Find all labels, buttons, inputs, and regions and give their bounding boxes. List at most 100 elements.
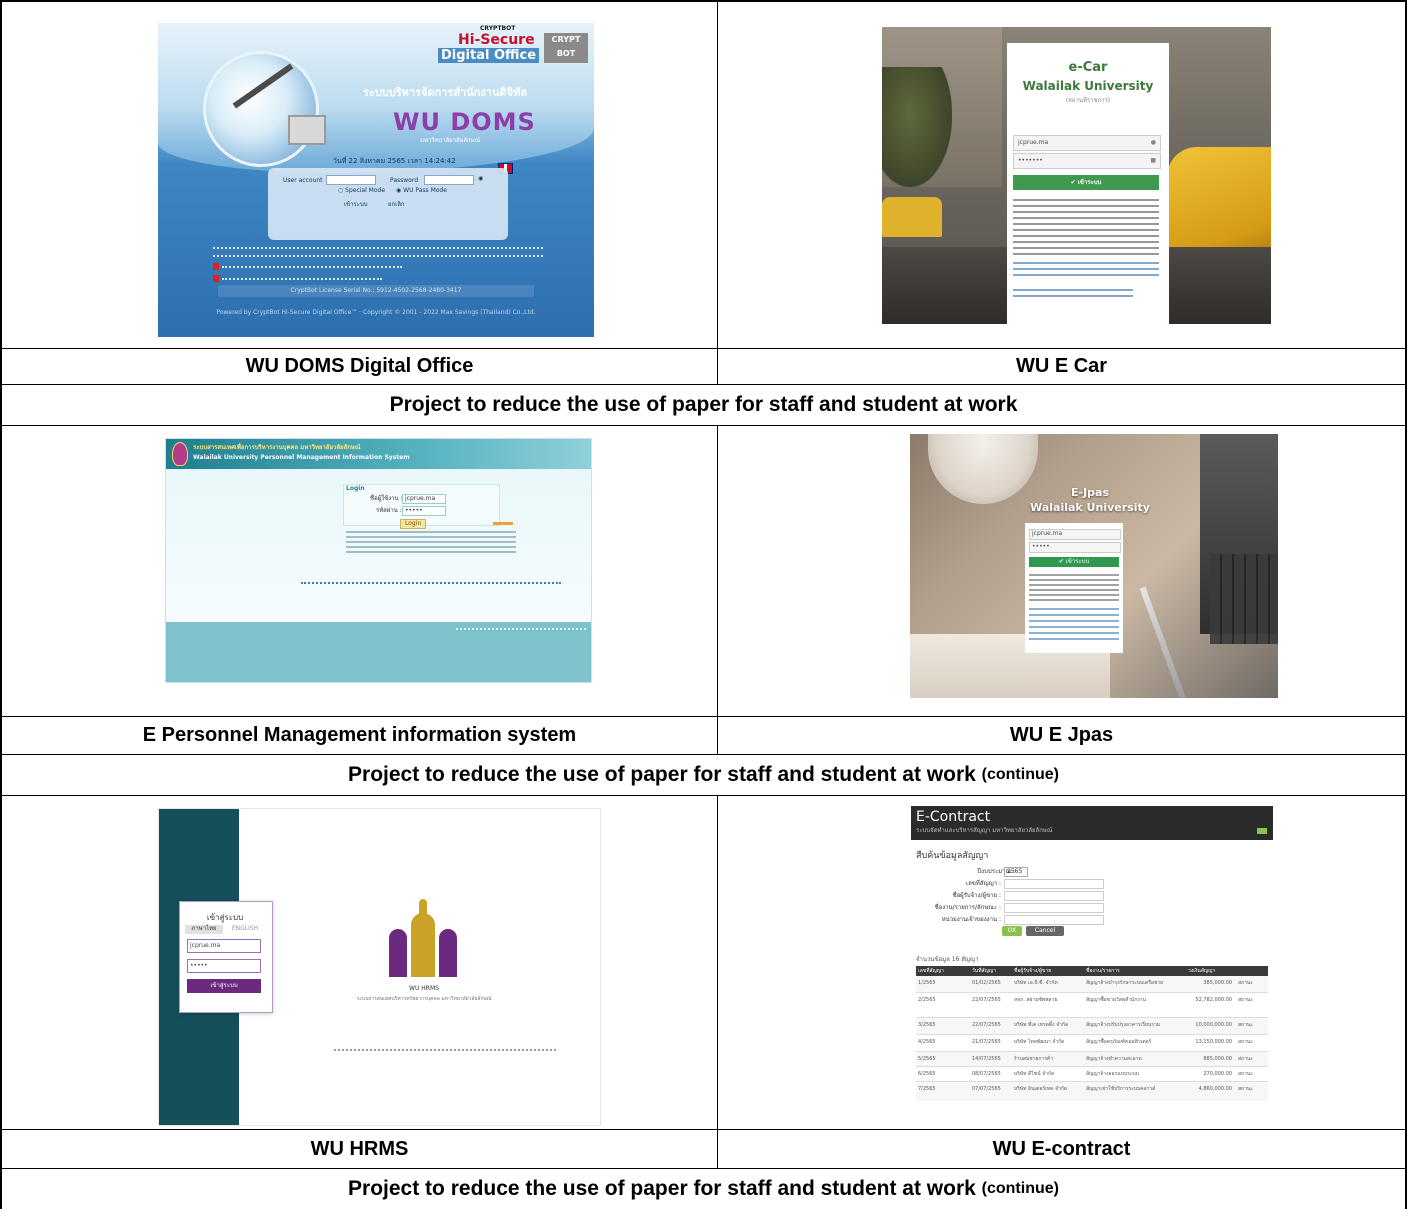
hrms-tab-thai[interactable]: ภาษาไทย xyxy=(185,925,223,934)
pmis-login-button[interactable]: Login xyxy=(400,519,427,529)
pmis-pass-input[interactable]: ••••• xyxy=(402,506,446,516)
ejpas-notice-text xyxy=(1029,574,1119,604)
caption-wudoms: WU DOMS Digital Office xyxy=(245,355,474,377)
doms-university: มหาวิทยาลัยวลัยลักษณ์ xyxy=(420,137,481,144)
table-cell: 14/07/2565 xyxy=(972,1056,1001,1062)
ejpas-keyboard-image xyxy=(1210,554,1278,644)
econtract-f1-input[interactable] xyxy=(1004,879,1104,889)
econtract-f2-label: ชื่อผู้รับจ้าง/ผู้ขาย : xyxy=(952,892,1002,899)
doms-brand-mid: Hi-Secure xyxy=(458,32,535,48)
table-cell[interactable]: สถานะ xyxy=(1238,1021,1266,1029)
pmis-pass-label: รหัสผ่าน : xyxy=(376,507,402,514)
banner-project-3: Project to reduce the use of paper for s… xyxy=(2,1169,1405,1209)
doms-login-button[interactable]: เข้าระบบ xyxy=(344,201,368,209)
table-cell: ร้านสมชายการค้า xyxy=(1014,1056,1054,1062)
table-cell[interactable]: สถานะ xyxy=(1238,1055,1266,1063)
table-cell: สัญญาเช่าใช้บริการระบบคลาวด์ xyxy=(1086,1086,1156,1092)
econtract-year-select[interactable]: 2565 xyxy=(1004,867,1028,877)
table-row[interactable]: 1/2565 01/02/2565 บริษัท เอ.บี.ซี. จำกัด… xyxy=(916,976,1268,993)
doms-pass-input[interactable] xyxy=(424,175,474,185)
column-divider xyxy=(717,795,718,1168)
table-cell: 885,000.00 xyxy=(1203,1056,1232,1062)
table-row[interactable]: 2/2565 22/07/2565 หจก. สยามซัพพลาย สัญญา… xyxy=(916,993,1268,1018)
ejpas-login-button[interactable]: ✔ เข้าระบบ xyxy=(1029,557,1119,567)
hrms-tab-en[interactable]: ENGLISH xyxy=(225,925,265,934)
table-cell: 22/07/2565 xyxy=(972,997,1001,1003)
table-cell: 6/2565 xyxy=(918,1071,936,1077)
hrms-submit-button[interactable]: เข้าสู่ระบบ xyxy=(187,979,261,993)
ecar-user-input[interactable]: jcprue.ma ● xyxy=(1013,135,1161,151)
hrms-user-input[interactable]: jcprue.ma xyxy=(187,939,261,953)
econtract-cancel-button[interactable]: Cancel xyxy=(1026,926,1064,936)
caption-econtract: WU E-contract xyxy=(992,1137,1131,1160)
doms-link[interactable] xyxy=(222,278,382,282)
doms-pdf-icon[interactable] xyxy=(213,263,219,270)
table-cell: 07/07/2565 xyxy=(972,1086,1001,1092)
border-top xyxy=(0,0,1407,2)
table-cell[interactable]: สถานะ xyxy=(1238,979,1266,987)
table-cell: 385,000.00 xyxy=(1203,980,1232,986)
econtract-ok-button[interactable]: OK xyxy=(1002,926,1022,936)
econtract-user-icon[interactable] xyxy=(1257,828,1267,834)
table-cell: สัญญาจ้างออกแบบระบบ xyxy=(1086,1071,1139,1077)
ecar-sub: (สถานที่ราชการ) xyxy=(1065,97,1111,104)
doms-mode-wu-label: WU Pass Mode xyxy=(403,187,447,194)
doms-mode-special[interactable]: ○ Special Mode xyxy=(338,187,385,195)
econtract-f4-input[interactable] xyxy=(1004,915,1104,925)
ecar-login-button[interactable]: ✔ เข้าระบบ xyxy=(1013,175,1159,190)
doms-pdf-icon[interactable] xyxy=(213,275,219,282)
screenshot-ecar: e-Car Walailak University (สถานที่ราชการ… xyxy=(882,27,1271,324)
doms-monitor-image xyxy=(288,115,326,145)
doms-user-input[interactable] xyxy=(326,175,376,185)
econtract-f2-input[interactable] xyxy=(1004,891,1104,901)
pmis-forgot-link[interactable] xyxy=(493,522,513,525)
table-cell: สัญญาซื้อขายวัสดุสำนักงาน xyxy=(1086,997,1147,1003)
table-row[interactable]: 3/2565 22/07/2565 บริษัท ทีเค เทรดดิ้ง จ… xyxy=(916,1018,1268,1035)
caption-ecar: WU E Car xyxy=(1015,355,1108,377)
doms-link[interactable] xyxy=(222,266,402,270)
banner-text: Project to reduce the use of paper for s… xyxy=(348,763,976,786)
caption-pmis: E Personnel Management information syste… xyxy=(142,724,577,746)
table-row[interactable]: 4/2565 21/07/2565 บริษัท ไทยพัฒนา จำกัด … xyxy=(916,1035,1268,1052)
table-cell: หจก. สยามซัพพลาย xyxy=(1014,997,1058,1003)
ecar-link[interactable] xyxy=(1013,289,1133,301)
banner-project-1: Project to reduce the use of paper for s… xyxy=(389,393,1018,416)
doms-cancel-button[interactable]: ยกเลิก xyxy=(388,201,405,209)
hrms-user-value: jcprue.ma xyxy=(190,942,221,949)
doms-mode-wu[interactable]: ◉ WU Pass Mode xyxy=(396,187,447,195)
ecar-pass-input[interactable]: ••••••• ■ xyxy=(1013,153,1161,169)
econtract-f3-input[interactable] xyxy=(1004,903,1104,913)
pmis-box-title: Login xyxy=(346,485,365,492)
table-cell[interactable]: สถานะ xyxy=(1238,1085,1266,1093)
hrms-logo-text: WU HRMS xyxy=(409,985,439,992)
econtract-app-title: E-Contract xyxy=(916,809,991,825)
table-row[interactable]: 5/2565 14/07/2565 ร้านสมชายการค้า สัญญาจ… xyxy=(916,1052,1268,1067)
table-cell: บริษัท อินเตอร์เทค จำกัด xyxy=(1014,1086,1068,1092)
table-cell: 13,150,000.00 xyxy=(1195,1039,1232,1045)
user-icon: ● xyxy=(1150,139,1156,146)
hrms-pass-input[interactable]: ••••• xyxy=(187,959,261,973)
table-cell: 4/2565 xyxy=(918,1039,936,1045)
ejpas-pass-input[interactable]: ••••• xyxy=(1029,542,1121,553)
screenshot-pmis: ระบบสารสนเทศเพื่อการบริหารงานบุคคล มหาวิ… xyxy=(165,438,592,683)
caption-ejpas: WU E Jpas xyxy=(1009,724,1114,746)
pmis-user-input[interactable]: jcprue.ma xyxy=(402,494,446,504)
pmis-copyright xyxy=(456,628,586,632)
column-divider xyxy=(717,0,718,384)
table-row[interactable]: 6/2565 08/07/2565 บริษัท ดีไซน์ จำกัด สั… xyxy=(916,1067,1268,1082)
pmis-user-value: jcprue.ma xyxy=(405,495,436,502)
doms-eye-icon[interactable]: ◉ xyxy=(478,175,483,183)
table-cell[interactable]: สถานะ xyxy=(1238,996,1266,1004)
table-cell[interactable]: สถานะ xyxy=(1238,1038,1266,1046)
doms-notice-text xyxy=(213,247,543,252)
ejpas-link[interactable] xyxy=(1029,608,1119,642)
doms-globe-image xyxy=(203,51,319,167)
table-row[interactable]: 7/2565 07/07/2565 บริษัท อินเตอร์เทค จำก… xyxy=(916,1082,1268,1101)
ejpas-user-input[interactable]: jcprue.ma xyxy=(1029,529,1121,540)
doms-mode-special-label: Special Mode xyxy=(345,187,386,194)
pmis-en-title: Walailak University Personnel Management… xyxy=(193,454,410,461)
table-cell[interactable]: สถานะ xyxy=(1238,1070,1266,1078)
ecar-link[interactable] xyxy=(1013,262,1159,280)
hrms-footer-text xyxy=(334,1049,556,1053)
pmis-footer-link[interactable] xyxy=(301,582,561,586)
